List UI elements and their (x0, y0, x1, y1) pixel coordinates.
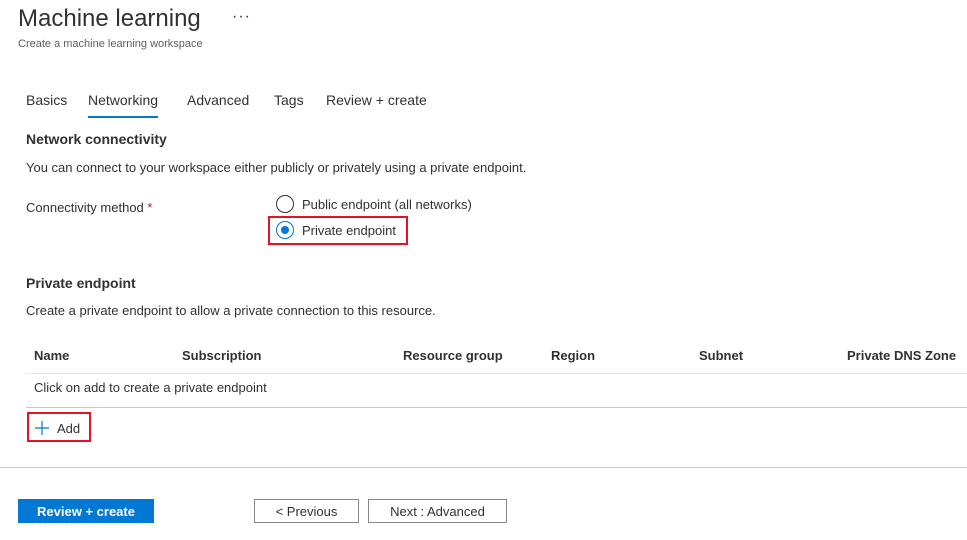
page-title: Machine learning (18, 5, 201, 32)
radio-unchecked-icon[interactable] (276, 195, 294, 213)
connectivity-method-label: Connectivity method * (26, 200, 152, 215)
tab-tags[interactable]: Tags (274, 92, 304, 108)
add-private-endpoint-button[interactable]: Add (34, 418, 80, 438)
tab-advanced[interactable]: Advanced (187, 92, 249, 108)
table-divider (26, 373, 967, 374)
more-icon[interactable]: ··· (232, 8, 251, 26)
column-header-region: Region (551, 348, 596, 363)
radio-checked-icon[interactable] (276, 221, 294, 239)
radio-private-endpoint-label: Private endpoint (302, 222, 396, 238)
network-connectivity-title: Network connectivity (26, 131, 167, 147)
radio-private-endpoint[interactable]: Private endpoint (276, 220, 396, 240)
radio-public-endpoint[interactable]: Public endpoint (all networks) (276, 194, 472, 214)
connectivity-method-label-text: Connectivity method (26, 200, 144, 215)
private-endpoint-description: Create a private endpoint to allow a pri… (26, 303, 436, 318)
plus-icon (35, 421, 49, 435)
tab-basics[interactable]: Basics (26, 92, 67, 108)
table-empty-message: Click on add to create a private endpoin… (34, 380, 267, 395)
column-header-subscription: Subscription (182, 348, 262, 363)
network-connectivity-description: You can connect to your workspace either… (26, 160, 527, 175)
page-subtitle: Create a machine learning workspace (18, 38, 203, 50)
column-header-resource-group: Resource group (403, 348, 503, 363)
table-divider (26, 407, 967, 408)
footer-divider (0, 467, 967, 468)
next-advanced-button[interactable]: Next : Advanced (368, 499, 507, 523)
required-marker: * (147, 200, 153, 215)
tab-review-create[interactable]: Review + create (326, 92, 427, 108)
column-header-name: Name (34, 348, 70, 363)
page: Machine learning ··· Create a machine le… (0, 0, 967, 540)
review-create-button[interactable]: Review + create (18, 499, 154, 523)
column-header-subnet: Subnet (699, 348, 744, 363)
private-endpoint-title: Private endpoint (26, 275, 136, 291)
previous-button[interactable]: < Previous (254, 499, 359, 523)
column-header-private-dns-zone: Private DNS Zone (847, 348, 957, 363)
tab-networking[interactable]: Networking (88, 92, 159, 118)
radio-public-endpoint-label: Public endpoint (all networks) (302, 196, 472, 212)
add-button-label: Add (57, 420, 81, 436)
